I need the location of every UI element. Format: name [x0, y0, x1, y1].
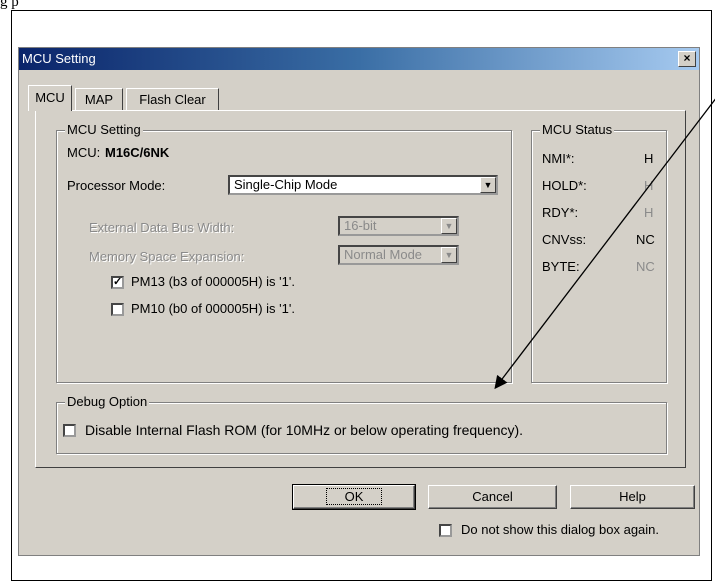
arrow-line: [494, 98, 715, 390]
annotation-arrow: [494, 98, 715, 390]
